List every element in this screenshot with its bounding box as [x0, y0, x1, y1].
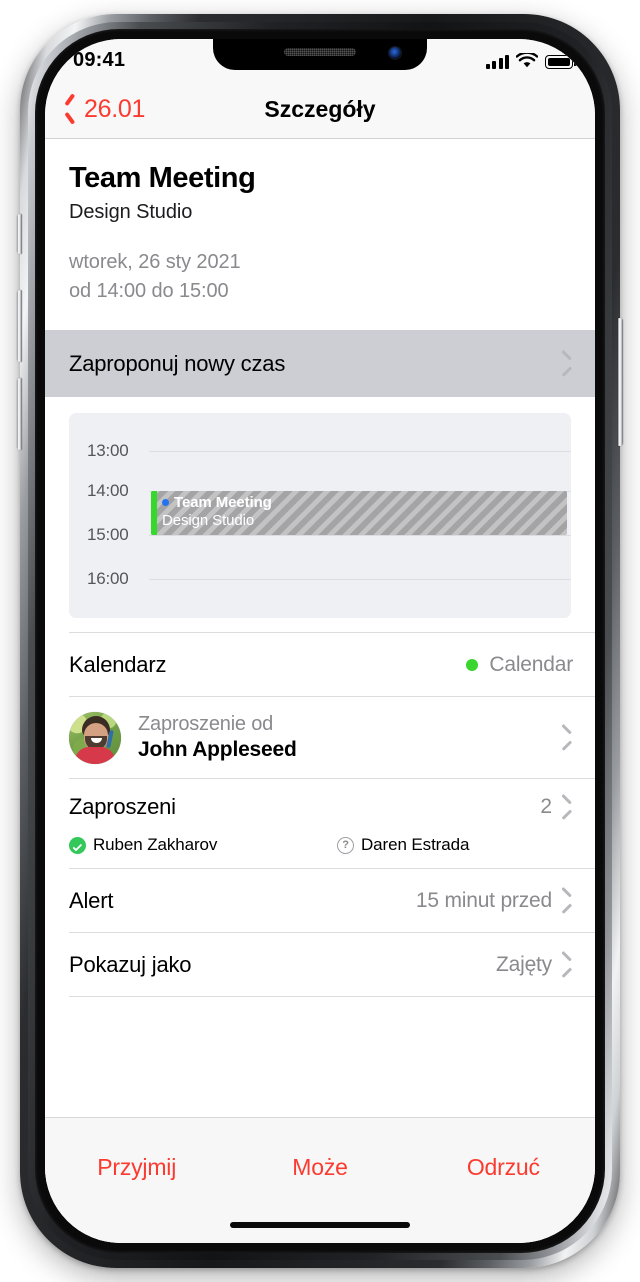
row-alert-value: 15 minut przed [415, 888, 552, 912]
home-indicator[interactable] [230, 1222, 410, 1228]
volume-up-button[interactable] [17, 290, 22, 362]
cellular-bars-icon [485, 55, 509, 69]
propose-new-time-row[interactable]: Zaproponuj nowy czas [45, 330, 595, 398]
row-calendar-value: Calendar [489, 652, 573, 676]
battery-full-icon [545, 55, 577, 69]
calendar-preview: 13:00 14:00 15:00 16:00 Team Meeting Des… [45, 397, 595, 633]
avatar [69, 711, 121, 764]
mute-switch-button[interactable] [17, 214, 22, 254]
calendar-event-location: Design Studio [162, 512, 255, 530]
invitees-count: 2 [540, 795, 552, 819]
event-datetime: wtorek, 26 sty 2021 od 14:00 do 15:00 [69, 248, 571, 306]
event-date: wtorek, 26 sty 2021 [69, 251, 241, 274]
chevron-right-icon [562, 955, 573, 974]
invitees-label: Zaproszeni [69, 794, 176, 820]
row-show-as-label: Pokazuj jako [69, 951, 192, 977]
row-alert-label: Alert [69, 887, 114, 913]
calendar-event-title: Team Meeting [174, 494, 272, 512]
calendar-hour-label: 16:00 [87, 569, 129, 589]
list-end-divider [69, 996, 595, 1010]
front-camera-icon [389, 47, 401, 59]
status-indicators [485, 51, 577, 69]
details-list: Kalendarz Calendar Zaproszenie od John A… [45, 632, 595, 1010]
event-header: Team Meeting Design Studio wtorek, 26 st… [45, 140, 595, 330]
row-show-as[interactable]: Pokazuj jako Zajęty [69, 932, 595, 996]
check-circle-icon [69, 836, 86, 854]
invitation-organizer-name: John Appleseed [138, 738, 297, 762]
notch [213, 39, 427, 70]
volume-down-button[interactable] [17, 378, 22, 450]
chevron-right-icon [562, 891, 573, 910]
event-time-range: od 14:00 do 15:00 [69, 280, 229, 303]
rsvp-action-bar: Przyjmij Może Odrzuć [45, 1117, 595, 1243]
calendar-hour-label: 15:00 [87, 525, 129, 545]
invitees-header[interactable]: Zaproszeni 2 [69, 779, 573, 835]
calendar-gridline [149, 535, 571, 537]
row-invitation-from[interactable]: Zaproszenie od John Appleseed [69, 696, 595, 778]
phone-screen: 09:41 26.01 Szczegóły Team Meeting Desig… [45, 39, 595, 1243]
event-location: Design Studio [69, 201, 193, 224]
calendar-event-color-bar [151, 491, 157, 536]
row-invitees: Zaproszeni 2 Ruben Zakharov ? Daren Estr… [69, 778, 595, 868]
earpiece-speaker-icon [284, 48, 356, 56]
row-show-as-value: Zajęty [496, 952, 552, 976]
question-circle-icon: ? [337, 836, 354, 854]
event-title: Team Meeting [69, 162, 256, 194]
maybe-button[interactable]: Może [228, 1118, 411, 1181]
invitation-from-label: Zaproszenie od [138, 713, 274, 736]
decline-button[interactable]: Odrzuć [412, 1118, 595, 1181]
invitee-name: Daren Estrada [361, 835, 470, 855]
row-calendar-label: Kalendarz [69, 651, 167, 677]
calendar-gridline [149, 579, 571, 581]
page-title: Szczegóły [264, 95, 376, 122]
chevron-right-icon [562, 728, 573, 747]
calendar-gridline [149, 451, 571, 453]
invitee-item[interactable]: ? Daren Estrada [337, 835, 469, 855]
row-calendar[interactable]: Kalendarz Calendar [69, 632, 595, 696]
calendar-color-dot-icon [466, 658, 479, 671]
invitees-list: Ruben Zakharov ? Daren Estrada [69, 835, 573, 855]
status-time: 09:41 [73, 49, 126, 71]
screenshot-stage: 09:41 26.01 Szczegóły Team Meeting Desig… [0, 0, 640, 1282]
row-alert[interactable]: Alert 15 minut przed [69, 868, 595, 932]
wifi-icon [516, 53, 538, 68]
calendar-event-text: Team Meeting Design Studio [162, 494, 561, 529]
propose-new-time-label: Zaproponuj nowy czas [69, 350, 286, 376]
power-button[interactable] [618, 318, 623, 446]
calendar-event-dot-icon [162, 499, 169, 507]
chevron-right-icon [562, 354, 573, 373]
event-details-content: Team Meeting Design Studio wtorek, 26 st… [45, 140, 595, 1243]
navigation-bar: 26.01 Szczegóły [45, 79, 595, 139]
calendar-hour-label: 13:00 [87, 441, 129, 461]
invitee-item[interactable]: Ruben Zakharov [69, 835, 337, 855]
calendar-event-block[interactable]: Team Meeting Design Studio [151, 491, 567, 536]
chevron-right-icon [562, 798, 573, 817]
invitee-name: Ruben Zakharov [93, 835, 218, 855]
calendar-preview-card[interactable]: 13:00 14:00 15:00 16:00 Team Meeting Des… [69, 413, 571, 619]
calendar-hour-label: 14:00 [87, 481, 129, 501]
accept-button[interactable]: Przyjmij [45, 1118, 228, 1181]
